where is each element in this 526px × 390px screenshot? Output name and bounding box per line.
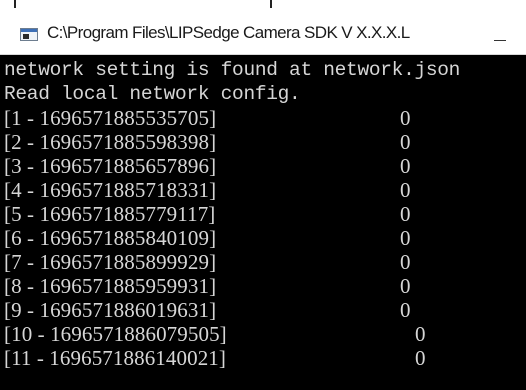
device-row: [2 - 1696571885598398] 0 [4,130,524,154]
device-id-label: [3 - 1696571885657896] [4,154,217,178]
device-value: 0 [400,298,411,322]
edge-mark [270,0,272,8]
minimize-icon[interactable] [488,22,514,44]
device-id-label: [1 - 1696571885535705] [4,106,217,130]
device-row: [7 - 1696571885899929] 0 [4,250,524,274]
device-row: [8 - 1696571885959931] 0 [4,274,524,298]
device-id-label: [2 - 1696571885598398] [4,130,217,154]
console-line: Read local network config. [4,82,524,106]
device-value: 0 [400,274,411,298]
device-value: 0 [400,202,411,226]
console-output[interactable]: network setting is found at network.json… [0,55,526,390]
device-row: [5 - 1696571885779117] 0 [4,202,524,226]
device-row: [6 - 1696571885840109] 0 [4,226,524,250]
device-id-label: [11 - 1696571886140021] [4,346,226,370]
device-value: 0 [415,346,426,370]
device-id-label: [8 - 1696571885959931] [4,274,217,298]
device-value: 0 [400,154,411,178]
device-value: 0 [400,178,411,202]
device-row: [10 - 1696571886079505] 0 [4,322,524,346]
window-top-edge [0,0,526,8]
device-id-label: [7 - 1696571885899929] [4,250,217,274]
device-value: 0 [400,130,411,154]
window-title: C:\Program Files\LIPSedge Camera SDK V X… [47,23,410,42]
console-message: Read local network config. [4,83,301,105]
edge-mark [14,0,16,8]
console-window: C:\Program Files\LIPSedge Camera SDK V X… [0,0,526,390]
console-window-icon[interactable] [20,28,38,41]
device-id-label: [10 - 1696571886079505] [4,322,227,346]
title-bar[interactable]: C:\Program Files\LIPSedge Camera SDK V X… [0,8,526,55]
device-row: [1 - 1696571885535705] 0 [4,106,524,130]
device-row: [9 - 1696571886019631] 0 [4,298,524,322]
device-row: [3 - 1696571885657896] 0 [4,154,524,178]
device-row: [4 - 1696571885718331] 0 [4,178,524,202]
device-value: 0 [400,226,411,250]
device-value: 0 [400,106,411,130]
device-id-label: [9 - 1696571886019631] [4,298,217,322]
console-lines: network setting is found at network.json… [4,58,524,370]
device-id-label: [6 - 1696571885840109] [4,226,217,250]
device-row: [11 - 1696571886140021] 0 [4,346,524,370]
console-line: network setting is found at network.json [4,58,524,82]
device-value: 0 [400,250,411,274]
device-id-label: [4 - 1696571885718331] [4,178,217,202]
console-message: network setting is found at network.json [4,59,461,81]
device-value: 0 [415,322,426,346]
device-id-label: [5 - 1696571885779117] [4,202,216,226]
